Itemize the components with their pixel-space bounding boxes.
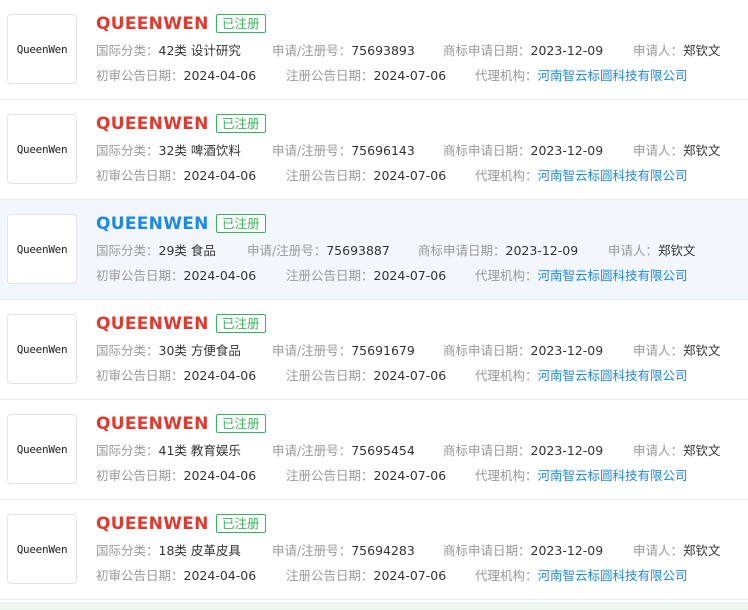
intl-class-field: 国际分类：42类 设计研究 (96, 43, 241, 58)
logo-text: QueenWen (16, 42, 68, 56)
agency-field: 代理机构：河南智云标圆科技有限公司 (475, 368, 688, 383)
reg-no-field: 申请/注册号：75693893 (272, 43, 415, 58)
trademark-logo-image[interactable]: QueenWen (7, 114, 77, 184)
trademark-name-link[interactable]: QUEENWEN (96, 13, 209, 35)
status-badge: 已注册 (216, 214, 266, 233)
logo-text: QueenWen (16, 342, 68, 356)
trademark-result-item[interactable]: QueenWen QUEENWEN 已注册 国际分类：32类 啤酒饮料 申请/注… (0, 100, 748, 200)
prelim-date-field: 初审公告日期：2024-04-06 (96, 568, 257, 583)
apply-date-field: 商标申请日期：2023-12-09 (443, 543, 604, 558)
apply-date-field: 商标申请日期：2023-12-09 (443, 343, 604, 358)
reg-date-field: 注册公告日期：2024-07-06 (286, 268, 447, 283)
agency-link[interactable]: 河南智云标圆科技有限公司 (538, 68, 688, 83)
prelim-date-field: 初审公告日期：2024-04-06 (96, 368, 257, 383)
reg-no-field: 申请/注册号：75695454 (272, 443, 415, 458)
trademark-result-item[interactable]: QueenWen QUEENWEN 已注册 国际分类：41类 教育娱乐 申请/注… (0, 400, 748, 500)
reg-date-field: 注册公告日期：2024-07-06 (286, 68, 447, 83)
reg-date-field: 注册公告日期：2024-07-06 (286, 468, 447, 483)
trademark-result-item[interactable]: QueenWen QUEENWEN 已注册 国际分类：18类 皮革皮具 申请/注… (0, 500, 748, 600)
trademark-result-item[interactable]: QueenWen QUEENWEN 已注册 国际分类：30类 方便食品 申请/注… (0, 300, 748, 400)
logo-text: QueenWen (16, 142, 68, 156)
trademark-logo-image[interactable]: QueenWen (7, 214, 77, 284)
intl-class-field: 国际分类：18类 皮革皮具 (96, 543, 241, 558)
prelim-date-field: 初审公告日期：2024-04-06 (96, 468, 257, 483)
agency-field: 代理机构：河南智云标圆科技有限公司 (475, 68, 688, 83)
logo-text: QueenWen (16, 542, 68, 556)
trademark-logo-image[interactable]: QueenWen (7, 514, 77, 584)
agency-field: 代理机构：河南智云标圆科技有限公司 (475, 568, 688, 583)
prelim-date-field: 初审公告日期：2024-04-06 (96, 168, 257, 183)
trademark-name-link[interactable]: QUEENWEN (96, 113, 209, 135)
agency-link[interactable]: 河南智云标圆科技有限公司 (538, 268, 688, 283)
applicant-field: 申请人：郑钦文 (633, 143, 721, 158)
trademark-result-item-active[interactable]: QueenWen QUEENWEN 已注册 国际分类：29类 食品 申请/注册号… (0, 200, 748, 300)
reg-no-field: 申请/注册号：75696143 (272, 143, 415, 158)
reg-no-field: 申请/注册号：75693887 (247, 243, 390, 258)
apply-date-field: 商标申请日期：2023-12-09 (443, 143, 604, 158)
apply-date-field: 商标申请日期：2023-12-09 (443, 43, 604, 58)
intl-class-field: 国际分类：41类 教育娱乐 (96, 443, 241, 458)
apply-date-field: 商标申请日期：2023-12-09 (443, 443, 604, 458)
trademark-logo-image[interactable]: QueenWen (7, 314, 77, 384)
apply-date-field: 商标申请日期：2023-12-09 (418, 243, 579, 258)
applicant-field: 申请人：郑钦文 (633, 343, 721, 358)
agency-link[interactable]: 河南智云标圆科技有限公司 (538, 368, 688, 383)
prelim-date-field: 初审公告日期：2024-04-06 (96, 68, 257, 83)
trademark-result-list: QueenWen QUEENWEN 已注册 国际分类：42类 设计研究 申请/注… (0, 0, 748, 600)
status-badge: 已注册 (216, 314, 266, 333)
trademark-result-item[interactable]: QueenWen QUEENWEN 已注册 国际分类：42类 设计研究 申请/注… (0, 0, 748, 100)
trademark-logo-image[interactable]: QueenWen (7, 14, 77, 84)
agency-field: 代理机构：河南智云标圆科技有限公司 (475, 268, 688, 283)
applicant-field: 申请人：郑钦文 (633, 43, 721, 58)
bottom-divider (0, 602, 748, 610)
prelim-date-field: 初审公告日期：2024-04-06 (96, 268, 257, 283)
status-badge: 已注册 (216, 514, 266, 533)
trademark-name-link[interactable]: QUEENWEN (96, 213, 209, 235)
status-badge: 已注册 (216, 414, 266, 433)
reg-no-field: 申请/注册号：75691679 (272, 343, 415, 358)
trademark-name-link[interactable]: QUEENWEN (96, 313, 209, 335)
trademark-logo-image[interactable]: QueenWen (7, 414, 77, 484)
agency-link[interactable]: 河南智云标圆科技有限公司 (538, 568, 688, 583)
intl-class-field: 国际分类：29类 食品 (96, 243, 216, 258)
trademark-name-link[interactable]: QUEENWEN (96, 413, 209, 435)
agency-link[interactable]: 河南智云标圆科技有限公司 (538, 168, 688, 183)
applicant-field: 申请人：郑钦文 (633, 543, 721, 558)
trademark-name-link[interactable]: QUEENWEN (96, 513, 209, 535)
agency-link[interactable]: 河南智云标圆科技有限公司 (538, 468, 688, 483)
reg-date-field: 注册公告日期：2024-07-06 (286, 568, 447, 583)
applicant-field: 申请人：郑钦文 (633, 443, 721, 458)
reg-no-field: 申请/注册号：75694283 (272, 543, 415, 558)
intl-class-field: 国际分类：32类 啤酒饮料 (96, 143, 241, 158)
logo-text: QueenWen (16, 242, 68, 256)
status-badge: 已注册 (216, 114, 266, 133)
status-badge: 已注册 (216, 14, 266, 33)
applicant-field: 申请人：郑钦文 (608, 243, 696, 258)
agency-field: 代理机构：河南智云标圆科技有限公司 (475, 168, 688, 183)
logo-text: QueenWen (16, 442, 68, 456)
reg-date-field: 注册公告日期：2024-07-06 (286, 168, 447, 183)
intl-class-field: 国际分类：30类 方便食品 (96, 343, 241, 358)
reg-date-field: 注册公告日期：2024-07-06 (286, 368, 447, 383)
agency-field: 代理机构：河南智云标圆科技有限公司 (475, 468, 688, 483)
